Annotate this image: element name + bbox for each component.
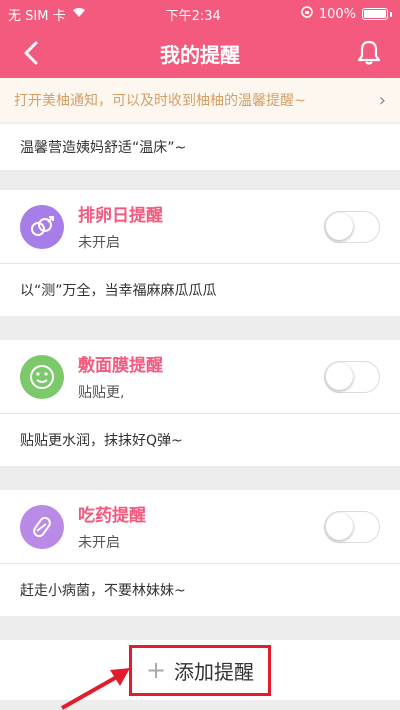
reminder-title: 吃药提醒 (78, 506, 146, 526)
chevron-left-icon (24, 41, 38, 65)
reminder-description: 赶走小病菌，不要林妹妹~ (20, 583, 186, 599)
reminder-description: 贴贴更水润，抹抹好Q弹~ (20, 433, 183, 449)
reminder-title: 排卵日提醒 (78, 206, 163, 226)
reminder-description: 以“测”万全，当幸福麻麻瓜瓜瓜 (20, 283, 217, 299)
battery-icon (361, 8, 388, 20)
chevron-right-icon: › (378, 89, 386, 111)
reminder-card-face-mask: 敷面膜提醒 贴贴更, 贴贴更水润，抹抹好Q弹~ (0, 340, 400, 466)
notification-prompt[interactable]: 打开美柚通知，可以及时收到柚柚的温馨提醒~ › (0, 78, 400, 122)
smile-face-icon (20, 354, 64, 399)
bell-icon (357, 40, 381, 65)
reminder-toggle[interactable] (324, 360, 380, 393)
notification-bell-button[interactable] (352, 36, 386, 70)
wifi-icon (72, 7, 86, 22)
battery-percent: 100% (318, 6, 356, 22)
page-title: 我的提醒 (160, 42, 240, 67)
reminder-status: 未开启 (78, 535, 120, 551)
status-bar: 无 SIM 卡 下午2:34 100% (0, 0, 400, 28)
reminder-toggle[interactable] (324, 510, 380, 543)
add-reminder-label: 添加提醒 (174, 659, 255, 684)
nav-bar: 我的提醒 (0, 28, 400, 78)
add-reminder-button[interactable]: + 添加提醒 (128, 644, 272, 696)
back-button[interactable] (14, 36, 48, 70)
reminder-status: 贴贴更, (78, 385, 125, 401)
carrier-label: 无 SIM 卡 (8, 8, 66, 24)
reminder-card-ovulation: 排卵日提醒 未开启 以“测”万全，当幸福麻麻瓜瓜瓜 (0, 190, 400, 316)
list-item: 温馨营造姨妈舒适“温床”~ (0, 124, 400, 170)
reminder-description: 温馨营造姨妈舒适“温床”~ (20, 140, 187, 156)
reminder-toggle[interactable] (324, 210, 380, 243)
notification-prompt-text: 打开美柚通知，可以及时收到柚柚的温馨提醒~ (14, 93, 306, 109)
reminder-card-medicine: 吃药提醒 未开启 赶走小病菌，不要林妹妹~ (0, 490, 400, 616)
plus-icon: + (145, 656, 167, 684)
reminder-status: 未开启 (78, 235, 120, 251)
annotation-arrow-icon (61, 668, 130, 710)
reminder-title: 敷面膜提醒 (78, 356, 163, 376)
pill-icon (20, 504, 64, 549)
ovulation-icon (20, 204, 64, 249)
clock: 下午2:34 (165, 8, 221, 24)
lock-rotation-icon (301, 6, 313, 22)
